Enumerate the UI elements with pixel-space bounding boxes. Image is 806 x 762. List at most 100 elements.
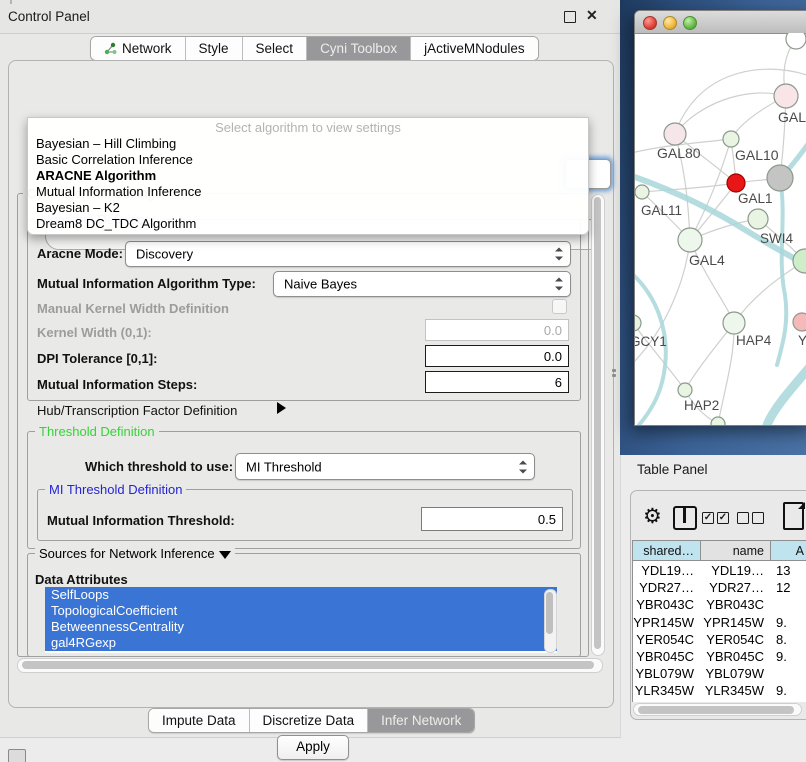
aracne-mode-combo[interactable]: Discovery [125, 241, 571, 267]
table-row[interactable]: YBR045CYBR045C9. [633, 648, 806, 665]
network-window-titlebar[interactable] [635, 11, 806, 34]
mi-threshold-label: Mutual Information Threshold: [47, 513, 235, 528]
unchecked-checkbox-icon[interactable] [737, 512, 749, 524]
table-row[interactable]: YLR345WYLR345W9. [633, 682, 806, 699]
manual-kernel-checkbox[interactable] [552, 299, 567, 314]
mi-steps-input[interactable] [425, 371, 569, 393]
network-node-label: GAL [778, 109, 806, 125]
minimize-traffic-light[interactable] [663, 16, 677, 30]
column-header-name[interactable]: name [701, 540, 771, 561]
gear-icon[interactable]: ⚙ [643, 504, 662, 529]
table-row[interactable]: YDR27…YDR27…12 [633, 579, 806, 596]
dpi-tolerance-input[interactable] [425, 345, 569, 367]
control-panel: Control Panel ✕ NetworkStyleSelectCyni T… [0, 0, 621, 738]
zoom-traffic-light[interactable] [683, 16, 697, 30]
network-node-label: HAP2 [684, 398, 719, 413]
table-row[interactable]: YIL052CYIL052C9 [633, 700, 806, 702]
network-node-label: GAL1 [738, 191, 773, 206]
network-node-gal[interactable] [774, 84, 798, 108]
tab-select[interactable]: Select [243, 37, 308, 60]
tab-infer-network[interactable]: Infer Network [368, 709, 474, 732]
column-header-A[interactable]: A [771, 540, 806, 561]
network-node-swi4[interactable] [748, 209, 768, 229]
network-edge-highlighted [767, 356, 806, 425]
algorithm-option[interactable]: Bayesian – Hill Climbing [28, 136, 588, 152]
tab-discretize-data[interactable]: Discretize Data [250, 709, 369, 732]
table-panel-title: Table Panel [637, 462, 708, 477]
expand-arrow-icon[interactable] [277, 402, 286, 414]
tab-jactivemnodules[interactable]: jActiveMNodules [411, 37, 538, 60]
network-graph-canvas[interactable]: GALGAL80GAL10GAL1GAL11SWI4GAL4GCY1HAP4YH… [635, 33, 806, 425]
checked-checkbox-icon[interactable]: ✓ [702, 512, 714, 524]
table-row[interactable]: YPR145WYPR145W9. [633, 614, 806, 631]
tab-impute-data[interactable]: Impute Data [149, 709, 250, 732]
network-node-gal1[interactable] [727, 174, 745, 192]
table-row[interactable]: YBR043CYBR043C [633, 596, 806, 613]
algorithm-option[interactable]: Basic Correlation Inference [28, 152, 588, 168]
checked-checkbox-icon[interactable]: ✓ [717, 512, 729, 524]
mi-algorithm-type-combo[interactable]: Naive Bayes [273, 271, 571, 297]
close-icon[interactable]: ✕ [586, 7, 598, 24]
table-cell [771, 665, 806, 682]
kernel-width-input[interactable] [425, 319, 569, 341]
network-node[interactable] [793, 249, 806, 273]
data-attributes-list[interactable]: SelfLoopsTopologicalCoefficientBetweenne… [45, 587, 557, 653]
data-attribute-item[interactable]: TopologicalCoefficient [45, 603, 557, 619]
table-row[interactable]: YBL079WYBL079W [633, 665, 806, 682]
algorithm-option[interactable]: Dream8 DC_TDC Algorithm [28, 216, 588, 232]
network-node[interactable] [767, 165, 793, 191]
data-attribute-item[interactable]: gal4RGexp [45, 635, 557, 651]
table-horizontal-scrollbar[interactable] [633, 703, 802, 716]
columns-icon[interactable] [673, 506, 697, 530]
table-cell: 13 [771, 562, 806, 579]
mi-algorithm-type-label: Mutual Information Algorithm Type: [37, 276, 256, 291]
network-node[interactable] [711, 417, 725, 425]
network-node-hap2[interactable] [678, 383, 692, 397]
dpi-tolerance-label: DPI Tolerance [0,1]: [37, 351, 157, 366]
hub-section-label[interactable]: Hub/Transcription Factor Definition [37, 403, 237, 418]
network-node-y[interactable] [793, 313, 806, 331]
network-node[interactable] [786, 33, 806, 49]
cyni-toolbox-panel: Cyni Algorithm Settings Algorithm Defini… [8, 60, 614, 708]
manual-kernel-label: Manual Kernel Width Definition [37, 301, 229, 316]
tab-cyni-toolbox[interactable]: Cyni Toolbox [307, 37, 411, 60]
settings-horizontal-scrollbar[interactable] [17, 658, 603, 673]
close-traffic-light[interactable] [643, 16, 657, 30]
tab-style[interactable]: Style [186, 37, 243, 60]
algorithm-option[interactable]: ARACNE Algorithm [28, 168, 588, 184]
splitter-grip[interactable] [612, 369, 617, 378]
algorithm-option[interactable]: Bayesian – K2 [28, 200, 588, 216]
minimized-panel-icon[interactable] [8, 749, 26, 762]
column-header-shared[interactable]: shared… [633, 540, 701, 561]
data-attribute-item[interactable]: SelfLoops [45, 587, 557, 603]
network-node-gal4[interactable] [678, 228, 702, 252]
network-node-gal80[interactable] [664, 123, 686, 145]
network-node-gcy1[interactable] [635, 315, 641, 331]
table-row[interactable]: YER054CYER054C8. [633, 631, 806, 648]
unchecked-checkbox-icon[interactable] [752, 512, 764, 524]
table-row[interactable]: YDL19…YDL19…13 [633, 562, 806, 579]
table-cell: 8. [771, 631, 806, 648]
network-node-gal11[interactable] [635, 185, 649, 199]
tab-network[interactable]: Network [91, 37, 186, 60]
algorithm-option[interactable]: Mutual Information Inference [28, 184, 588, 200]
network-node-gal10[interactable] [723, 131, 739, 147]
table-cell: YPR145W [633, 614, 694, 631]
decorative-mark [10, 0, 12, 4]
attributes-list-scrollbar[interactable] [544, 589, 557, 653]
network-node-hap4[interactable] [723, 312, 745, 334]
node-table[interactable]: shared…nameAYDL19…YDL19…13YDR27…YDR27…12… [632, 540, 806, 702]
file-icon[interactable] [783, 502, 804, 530]
mi-steps-label: Mutual Information Steps: [37, 377, 197, 392]
sources-title[interactable]: Sources for Network Inference [35, 546, 235, 561]
algorithm-dropdown-prompt: Select algorithm to view settings [28, 120, 588, 135]
mi-threshold-input[interactable] [421, 507, 563, 531]
which-threshold-combo[interactable]: MI Threshold [235, 453, 535, 480]
algorithm-dropdown-popup: Select algorithm to view settingsBayesia… [27, 117, 589, 235]
settings-vertical-scrollbar[interactable] [591, 194, 605, 656]
network-node-label: SWI4 [760, 231, 793, 246]
float-window-icon[interactable] [564, 11, 576, 23]
data-attribute-item[interactable]: BetweennessCentrality [45, 619, 557, 635]
network-view-window: GALGAL80GAL10GAL1GAL11SWI4GAL4GCY1HAP4YH… [634, 10, 806, 426]
apply-button[interactable]: Apply [277, 735, 349, 760]
